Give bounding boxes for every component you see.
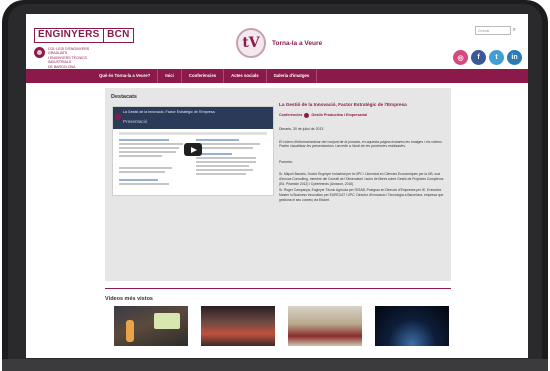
search-icon[interactable]: ⌕ bbox=[513, 27, 516, 34]
article-speakers-label: Ponents: bbox=[279, 160, 293, 165]
featured-article: La Gestió de la Innovació, Factor Estrat… bbox=[279, 102, 445, 202]
slide-right-column bbox=[196, 139, 267, 187]
college-seal-icon bbox=[34, 47, 45, 58]
article-title[interactable]: La Gestió de la Innovació, Factor Estrat… bbox=[279, 102, 445, 109]
video-slide-subtitle: Presentació bbox=[123, 119, 148, 124]
logo-subtitle-lines: COL·LEGI D'ENGINYERS GRADUATS I ENGINYER… bbox=[48, 47, 104, 69]
tv-title: Torna-la a Veure bbox=[272, 39, 323, 47]
browser-screen: ENGINYERS BCN COL·LEGI D'ENGINYERS GRADU… bbox=[26, 14, 528, 358]
logo-sub-line: COL·LEGI D'ENGINYERS GRADUATS bbox=[48, 47, 90, 56]
category-icon bbox=[304, 112, 310, 118]
search-area: Cercar ⌕ bbox=[474, 26, 516, 35]
article-categories: Conferències Gestió Productiva i Empresa… bbox=[279, 112, 445, 118]
featured-panel: Destacats La Gestió de la Innovació, Fac… bbox=[105, 88, 451, 281]
slide-left-column bbox=[119, 139, 190, 187]
logo-sub-line: I ENGINYERS TÈCNICS INDUSTRIALS bbox=[48, 55, 87, 65]
laptop-base bbox=[2, 359, 548, 371]
featured-video-player[interactable]: La Gestió de la Innovació, Factor Estrat… bbox=[112, 106, 274, 196]
video-thumbnail[interactable] bbox=[114, 306, 188, 346]
nav-galeria[interactable]: Galeria d'imatges bbox=[267, 69, 318, 83]
slide-logo-icon bbox=[115, 114, 121, 120]
logo-wordmark: ENGINYERS BCN bbox=[34, 28, 134, 43]
tv-logo-icon: tV bbox=[236, 28, 266, 58]
video-thumbnail[interactable] bbox=[201, 306, 275, 346]
article-date: Dimarts, 30 de juliol de 2013 bbox=[279, 126, 324, 131]
facebook-icon[interactable]: f bbox=[471, 50, 486, 65]
play-icon[interactable] bbox=[184, 143, 202, 156]
video-thumbnail[interactable] bbox=[288, 306, 362, 346]
nav-conferencies[interactable]: Conferències bbox=[182, 69, 225, 83]
speaker-bio: Sr. Roger Campanyà, Enginyer Tècnic Agrí… bbox=[279, 188, 444, 202]
laptop-frame: ENGINYERS BCN COL·LEGI D'ENGINYERS GRADU… bbox=[2, 0, 548, 371]
enginyers-bcn-logo[interactable]: ENGINYERS BCN COL·LEGI D'ENGINYERS GRADU… bbox=[34, 28, 134, 69]
logo-right-text: BCN bbox=[107, 29, 130, 40]
main-nav: Què és Torna-la a Veure? Inici Conferènc… bbox=[26, 69, 528, 83]
section-title: Destacats bbox=[111, 94, 137, 100]
video-thumbnail[interactable] bbox=[375, 306, 449, 346]
logo-left-text: ENGINYERS bbox=[38, 29, 100, 40]
category-conferencies[interactable]: Conferències bbox=[279, 113, 302, 117]
article-intro: Et volem d'informar/animar del conjunt d… bbox=[279, 139, 443, 149]
most-viewed-title: Vídeos més vistos bbox=[105, 296, 153, 302]
category-gestio[interactable]: Gestió Productiva i Empresarial bbox=[311, 113, 367, 117]
tv-brand[interactable]: tV Torna-la a Veure bbox=[236, 28, 322, 58]
video-slide-title: La Gestió de la Innovació, Factor Estrat… bbox=[123, 110, 215, 114]
instagram-icon[interactable]: ◎ bbox=[453, 50, 468, 65]
speaker-bio: Sr. Miquel Barceló, Doctor Enginyer Indu… bbox=[279, 172, 444, 186]
section-divider bbox=[105, 288, 451, 289]
search-input[interactable]: Cercar bbox=[474, 26, 511, 35]
nav-inici[interactable]: Inici bbox=[158, 69, 182, 83]
social-links: ◎ f t in bbox=[453, 50, 522, 65]
linkedin-icon[interactable]: in bbox=[507, 50, 522, 65]
logo-subtitle: COL·LEGI D'ENGINYERS GRADUATS I ENGINYER… bbox=[34, 47, 134, 69]
twitter-icon[interactable]: t bbox=[489, 50, 504, 65]
nav-que-es[interactable]: Què és Torna-la a Veure? bbox=[92, 69, 159, 83]
nav-actes-socials[interactable]: Actes socials bbox=[224, 69, 267, 83]
video-slide-header: La Gestió de la Innovació, Factor Estrat… bbox=[113, 107, 273, 129]
